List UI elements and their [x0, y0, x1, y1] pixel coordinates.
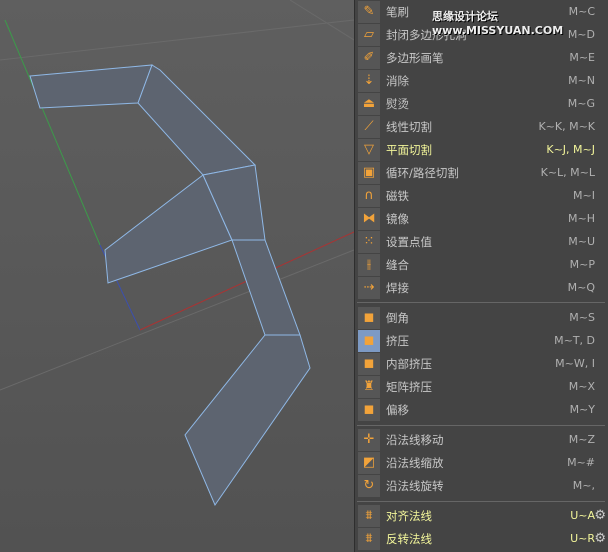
menu-item-label: 内部挤压 [386, 356, 432, 371]
menu-item-label: 缝合 [386, 257, 409, 272]
menu-separator [357, 302, 605, 303]
inner-extrude-icon: ◼ [358, 352, 380, 375]
magnet-icon: ∩ [358, 184, 380, 207]
menu-item-label: 磁铁 [386, 188, 409, 203]
menu-item-label: 沿法线旋转 [386, 478, 444, 493]
menu-item[interactable]: ⩩ 对齐法线 U~A ⚙ [355, 504, 608, 527]
menu-item-label: 焊接 [386, 280, 409, 295]
menu-item-shortcut: M~X [568, 380, 595, 393]
menu-item-shortcut: M~W, I [555, 357, 595, 370]
loop-cut-icon: ▣ [358, 161, 380, 184]
stitch-icon: ⫲ [358, 253, 380, 276]
menu-item-label: 矩阵挤压 [386, 379, 432, 394]
menu-item-label: 设置点值 [386, 234, 432, 249]
mirror-icon: ⧓ [358, 207, 380, 230]
menu-item[interactable]: ⧓ 镜像 M~H [355, 207, 608, 230]
menu-item-label: 挤压 [386, 333, 409, 348]
menu-item-shortcut: M~T, D [554, 334, 595, 347]
polygon-pen-icon: ✐ [358, 46, 380, 69]
menu-item-label: 偏移 [386, 402, 409, 417]
menu-item-shortcut: K~K, M~K [538, 120, 595, 133]
menu-item[interactable]: ⁙ 设置点值 M~U [355, 230, 608, 253]
menu-item[interactable]: ⩩ 反转法线 U~R ⚙ [355, 527, 608, 550]
menu-item-label: 反转法线 [386, 531, 432, 546]
menu-item-label: 平面切割 [386, 142, 432, 157]
dissolve-icon: ⇣ [358, 69, 380, 92]
menu-item-label: 对齐法线 [386, 508, 432, 523]
menu-item-label: 消除 [386, 73, 409, 88]
menu-item-label: 熨烫 [386, 96, 409, 111]
menu-item-label: 镜像 [386, 211, 409, 226]
context-menu: ✎ 笔刷 M~C ▱ 封闭多边形孔洞 M~D ✐ 多边形画笔 M~E ⇣ 消除 M~N ⏏ 熨烫 M~G ⟋ 线… [354, 0, 608, 552]
plane-cut-icon: ▽ [358, 138, 380, 161]
menu-item-label: 沿法线移动 [386, 432, 444, 447]
menu-item-label: 线性切割 [386, 119, 432, 134]
menu-item-shortcut: U~R [570, 532, 595, 545]
menu-item[interactable]: ⫲ 缝合 M~P [355, 253, 608, 276]
menu-item-shortcut: M~, [572, 479, 595, 492]
menu-item-shortcut: M~G [567, 97, 595, 110]
menu-item[interactable]: ⏏ 熨烫 M~G [355, 92, 608, 115]
iron-icon: ⏏ [358, 92, 380, 115]
reverse-normals-icon: ⩩ [358, 527, 380, 550]
menu-item-label: 循环/路径切割 [386, 165, 459, 180]
knife-icon: ⟋ [358, 115, 380, 138]
menu-item[interactable]: ◼ 挤压 M~T, D [355, 329, 608, 352]
menu-item-label: 多边形画笔 [386, 50, 444, 65]
align-normals-icon: ⩩ [358, 504, 380, 527]
menu-item-shortcut: M~# [567, 456, 595, 469]
menu-item[interactable]: ◼ 倒角 M~S [355, 306, 608, 329]
bevel-icon: ◼ [358, 306, 380, 329]
gear-icon[interactable]: ⚙ [594, 531, 606, 546]
menu-item[interactable]: ▣ 循环/路径切割 K~L, M~L [355, 161, 608, 184]
brush-icon: ✎ [358, 0, 380, 23]
grid-line [0, 19, 354, 61]
menu-item[interactable]: ◩ 沿法线缩放 M~# [355, 451, 608, 474]
gear-icon[interactable]: ⚙ [594, 508, 606, 523]
offset-icon: ◼ [358, 398, 380, 421]
watermark: 思缘设计论坛 www.MISSYUAN.COM [432, 10, 564, 37]
menu-item-shortcut: M~Z [568, 433, 595, 446]
menu-item-shortcut: M~I [573, 189, 595, 202]
menu-separator [357, 425, 605, 426]
menu-item[interactable]: ✛ 沿法线移动 M~Z [355, 428, 608, 451]
weld-icon: ⇢ [358, 276, 380, 299]
menu-item-shortcut: M~H [568, 212, 595, 225]
extrude-icon: ◼ [358, 329, 380, 352]
menu-item[interactable]: ▽ 平面切割 K~J, M~J [355, 138, 608, 161]
menu-item-shortcut: K~L, M~L [540, 166, 595, 179]
menu-item[interactable]: ↻ 沿法线旋转 M~, [355, 474, 608, 497]
set-point-value-icon: ⁙ [358, 230, 380, 253]
menu-item[interactable]: ✐ 多边形画笔 M~E [355, 46, 608, 69]
polygon-mesh [29, 64, 311, 507]
menu-item-label: 倒角 [386, 310, 409, 325]
menu-item-shortcut: M~Y [569, 403, 595, 416]
3d-viewport[interactable] [0, 0, 354, 552]
menu-item-shortcut: M~P [569, 258, 595, 271]
menu-item[interactable]: ⟋ 线性切割 K~K, M~K [355, 115, 608, 138]
menu-item-shortcut: M~N [568, 74, 595, 87]
menu-item-shortcut: M~U [568, 235, 595, 248]
menu-item-shortcut: M~E [569, 51, 595, 64]
menu-item-shortcut: M~Q [567, 281, 595, 294]
menu-separator [357, 501, 605, 502]
normal-scale-icon: ◩ [358, 451, 380, 474]
menu-item[interactable]: ⇢ 焊接 M~Q [355, 276, 608, 299]
normal-rotate-icon: ↻ [358, 474, 380, 497]
menu-item[interactable]: ⇣ 消除 M~N [355, 69, 608, 92]
normal-move-icon: ✛ [358, 428, 380, 451]
matrix-extrude-icon: ♜ [358, 375, 380, 398]
menu-item[interactable]: ◼ 内部挤压 M~W, I [355, 352, 608, 375]
menu-item-shortcut: U~A [570, 509, 595, 522]
close-polygon-hole-icon: ▱ [358, 23, 380, 46]
grid-line [289, 0, 354, 41]
menu-item-shortcut: K~J, M~J [546, 143, 595, 156]
viewport-scene [0, 0, 354, 507]
menu-item[interactable]: ∩ 磁铁 M~I [355, 184, 608, 207]
menu-item[interactable]: ◼ 偏移 M~Y [355, 398, 608, 421]
menu-item[interactable]: ♜ 矩阵挤压 M~X [355, 375, 608, 398]
menu-item-shortcut: M~S [569, 311, 595, 324]
menu-item-label: 沿法线缩放 [386, 455, 444, 470]
